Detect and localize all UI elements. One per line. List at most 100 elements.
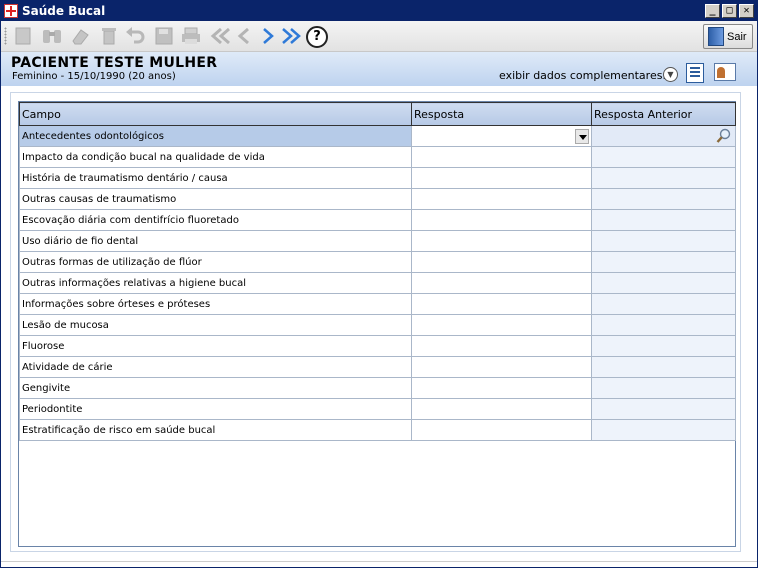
close-button[interactable]: ✕	[739, 4, 754, 18]
resposta-cell[interactable]	[411, 293, 592, 315]
last-icon[interactable]	[279, 26, 301, 48]
resposta-anterior-cell	[591, 377, 736, 399]
document-shield-icon[interactable]	[686, 63, 704, 83]
resposta-cell[interactable]	[411, 209, 592, 231]
toolbar-grip	[4, 27, 7, 45]
campo-cell: Escovação diária com dentifrício fluoret…	[19, 209, 412, 231]
resposta-cell[interactable]	[411, 272, 592, 294]
col-resposta-anterior[interactable]: Resposta Anterior	[591, 102, 736, 126]
table-row[interactable]: Atividade de cárie	[19, 356, 736, 378]
resposta-anterior-cell	[591, 419, 736, 441]
print-icon[interactable]	[180, 26, 202, 48]
first-icon[interactable]	[209, 26, 231, 48]
campo-cell: Fluorose	[19, 335, 412, 357]
chevron-down-icon[interactable]	[575, 128, 589, 144]
table-row[interactable]: Outras formas de utilização de flúor	[19, 251, 736, 273]
undo-icon[interactable]	[124, 26, 146, 48]
campo-cell: Lesão de mucosa	[19, 314, 412, 336]
resposta-cell[interactable]	[411, 125, 592, 147]
table-row[interactable]: Antecedentes odontológicos	[19, 125, 736, 147]
col-resposta[interactable]: Resposta	[411, 102, 592, 126]
resposta-anterior-cell	[591, 146, 736, 168]
resposta-cell[interactable]	[411, 230, 592, 252]
resposta-anterior-cell	[591, 188, 736, 210]
resposta-cell[interactable]	[411, 146, 592, 168]
binoculars-icon[interactable]	[41, 26, 63, 48]
magnifier-icon[interactable]	[716, 128, 732, 144]
table-row[interactable]: Escovação diária com dentifrício fluoret…	[19, 209, 736, 231]
prev-icon[interactable]	[234, 26, 256, 48]
col-campo[interactable]: Campo	[19, 102, 412, 126]
save-icon[interactable]	[153, 26, 175, 48]
resposta-anterior-cell	[591, 335, 736, 357]
resposta-cell[interactable]	[411, 377, 592, 399]
resposta-anterior-cell	[591, 167, 736, 189]
campo-cell: Informações sobre órteses e próteses	[19, 293, 412, 315]
campo-cell: Outras causas de traumatismo	[19, 188, 412, 210]
resposta-anterior-cell	[591, 251, 736, 273]
eraser-icon[interactable]	[69, 26, 91, 48]
questions-table: Campo Resposta Resposta Anterior Anteced…	[19, 102, 736, 441]
new-icon[interactable]	[12, 26, 34, 48]
resposta-cell[interactable]	[411, 251, 592, 273]
resposta-anterior-cell	[591, 230, 736, 252]
table-body: Antecedentes odontológicos Impacto da con…	[19, 125, 736, 441]
exit-button[interactable]: Sair	[703, 24, 753, 49]
trash-icon[interactable]	[98, 26, 120, 48]
title-bar: Saúde Bucal _ □ ✕	[1, 1, 757, 21]
expand-circle-icon[interactable]: ▼	[663, 67, 678, 82]
patient-card-icon[interactable]	[714, 63, 736, 81]
table-row[interactable]: Outras causas de traumatismo	[19, 188, 736, 210]
table-row[interactable]: Informações sobre órteses e próteses	[19, 293, 736, 315]
resposta-cell[interactable]	[411, 188, 592, 210]
toolbar: ? Sair	[1, 21, 757, 52]
maximize-button[interactable]: □	[722, 4, 737, 18]
table-row[interactable]: Periodontite	[19, 398, 736, 420]
resposta-anterior-cell	[591, 125, 736, 147]
extra-data-link[interactable]: exibir dados complementares...	[499, 69, 673, 82]
lookup-previous[interactable]	[594, 127, 735, 146]
table-row[interactable]: Estratificação de risco em saúde bucal	[19, 419, 736, 441]
campo-cell: História de traumatismo dentário / causa	[19, 167, 412, 189]
resposta-anterior-cell	[591, 272, 736, 294]
campo-cell: Periodontite	[19, 398, 412, 420]
resposta-cell[interactable]	[411, 356, 592, 378]
table-row[interactable]: Uso diário de fio dental	[19, 230, 736, 252]
window-controls: _ □ ✕	[705, 4, 754, 18]
help-button[interactable]: ?	[306, 26, 328, 48]
resposta-anterior-cell	[591, 209, 736, 231]
minimize-button[interactable]: _	[705, 4, 720, 18]
table-row[interactable]: Outras informações relativas a higiene b…	[19, 272, 736, 294]
table-row[interactable]: Gengivite	[19, 377, 736, 399]
resposta-cell[interactable]	[411, 167, 592, 189]
resposta-cell[interactable]	[411, 398, 592, 420]
form-grid: Campo Resposta Resposta Anterior Anteced…	[18, 101, 736, 547]
exit-door-icon	[708, 27, 724, 46]
resposta-anterior-cell	[591, 398, 736, 420]
saude-bucal-window: Saúde Bucal _ □ ✕ ? Sair PACIENTE TESTE …	[0, 0, 758, 568]
campo-cell: Outras formas de utilização de flúor	[19, 251, 412, 273]
content-frame: Campo Resposta Resposta Anterior Anteced…	[10, 92, 741, 552]
table-header-row: Campo Resposta Resposta Anterior	[19, 102, 736, 126]
campo-cell: Atividade de cárie	[19, 356, 412, 378]
resposta-cell[interactable]	[411, 419, 592, 441]
campo-cell: Uso diário de fio dental	[19, 230, 412, 252]
table-row[interactable]: Lesão de mucosa	[19, 314, 736, 336]
table-row[interactable]: Impacto da condição bucal na qualidade d…	[19, 146, 736, 168]
resposta-anterior-cell	[591, 356, 736, 378]
patient-name: PACIENTE TESTE MULHER	[11, 55, 218, 71]
table-row[interactable]: História de traumatismo dentário / causa	[19, 167, 736, 189]
patient-info: Feminino - 15/10/1990 (20 anos)	[12, 71, 176, 82]
resposta-anterior-cell	[591, 314, 736, 336]
table-row[interactable]: Fluorose	[19, 335, 736, 357]
resposta-cell[interactable]	[411, 335, 592, 357]
campo-cell: Outras informações relativas a higiene b…	[19, 272, 412, 294]
resposta-dropdown[interactable]	[414, 127, 591, 146]
campo-cell: Gengivite	[19, 377, 412, 399]
next-icon[interactable]	[257, 26, 279, 48]
bottom-divider	[1, 561, 757, 562]
campo-cell: Estratificação de risco em saúde bucal	[19, 419, 412, 441]
campo-cell: Antecedentes odontológicos	[19, 125, 412, 147]
resposta-cell[interactable]	[411, 314, 592, 336]
patient-header: PACIENTE TESTE MULHER Feminino - 15/10/1…	[1, 52, 757, 86]
